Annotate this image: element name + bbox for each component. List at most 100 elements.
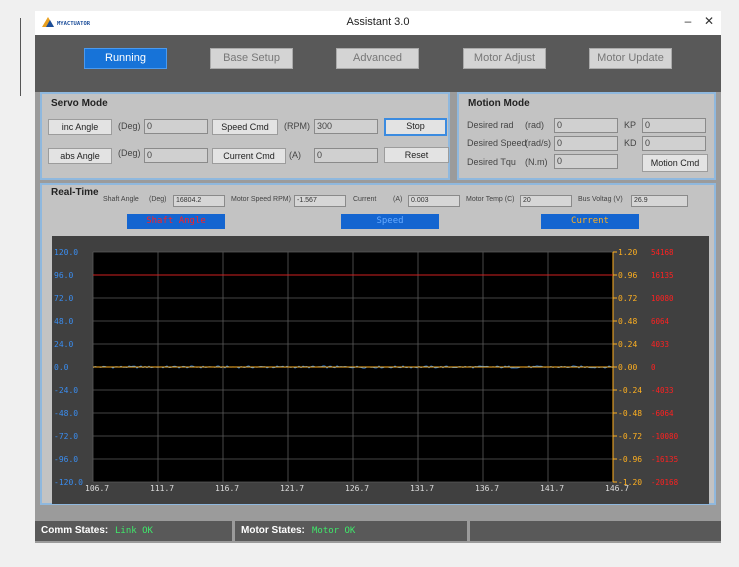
x-tick-label: 116.7 <box>215 484 239 493</box>
legend-speed[interactable]: Speed <box>341 214 439 229</box>
current-cmd-unit: (A) <box>289 150 301 160</box>
comm-status-section: Comm States: Link OK <box>35 521 232 541</box>
y-right-angle-tick-label: -4033 <box>651 386 674 395</box>
desired-rad-input[interactable]: 0 <box>554 118 618 133</box>
app-window: MYACTUATOR Assistant 3.0 – ✕ Running Bas… <box>35 11 721 543</box>
title-bar: MYACTUATOR Assistant 3.0 – ✕ <box>35 11 721 35</box>
stop-button[interactable]: Stop <box>384 118 447 136</box>
y-right-angle-tick-label: 16135 <box>651 271 674 280</box>
legend-current[interactable]: Current <box>541 214 639 229</box>
kp-label: KP <box>624 120 637 130</box>
current-cmd-input[interactable]: 0 <box>314 148 378 163</box>
abs-angle-input[interactable]: 0 <box>144 148 208 163</box>
motion-cmd-button[interactable]: Motion Cmd <box>642 154 708 172</box>
y-right-current-tick-label: 0.96 <box>618 271 637 280</box>
motor-status-section: Motor States: Motor OK <box>235 521 467 541</box>
x-tick-label: 131.7 <box>410 484 434 493</box>
y-left-tick-label: -96.0 <box>54 455 78 464</box>
left-divider <box>20 18 21 96</box>
desired-speed-label: Desired Speed <box>467 138 527 148</box>
y-left-tick-label: 96.0 <box>54 271 73 280</box>
kd-input[interactable]: 0 <box>642 136 706 151</box>
legend-shaft-angle[interactable]: Shaft Angle <box>127 214 225 229</box>
minimize-button[interactable]: – <box>680 14 696 28</box>
shaft-angle-label: Shaft Angle <box>103 196 139 203</box>
y-right-angle-tick-label: 0 <box>651 363 656 372</box>
y-right-angle-tick-label: 54168 <box>651 248 674 257</box>
y-right-current-tick-label: -1.20 <box>618 478 642 487</box>
bus-voltage-value: 26.9 <box>631 195 688 207</box>
y-right-angle-tick-label: -16135 <box>651 455 678 464</box>
comm-status-label: Comm States: <box>41 525 109 536</box>
y-right-current-tick-label: 0.24 <box>618 340 637 349</box>
y-right-current-tick-label: 1.20 <box>618 248 637 257</box>
y-right-current-tick-label: -0.72 <box>618 432 642 441</box>
reset-button[interactable]: Reset <box>384 147 449 163</box>
speed-cmd-button[interactable]: Speed Cmd <box>212 119 278 135</box>
inc-angle-button[interactable]: inc Angle <box>48 119 112 135</box>
tab-base-setup[interactable]: Base Setup <box>210 48 293 69</box>
motor-status-label: Motor States: <box>241 525 305 536</box>
y-right-angle-tick-label: -10080 <box>651 432 679 441</box>
tab-motor-adjust[interactable]: Motor Adjust <box>463 48 546 69</box>
y-right-angle-tick-label: 4033 <box>651 340 669 349</box>
desired-speed-input[interactable]: 0 <box>554 136 618 151</box>
close-button[interactable]: ✕ <box>701 14 717 28</box>
window-title: Assistant 3.0 <box>346 16 410 28</box>
inc-angle-unit: (Deg) <box>118 121 141 131</box>
motor-temp-label: Motor Temp (C) <box>466 196 515 203</box>
y-right-angle-tick-label: 10080 <box>651 294 674 303</box>
motor-status-value: Motor OK <box>312 526 356 536</box>
motion-mode-title: Motion Mode <box>468 98 530 109</box>
y-right-current-tick-label: -0.24 <box>618 386 642 395</box>
desired-tqu-label: Desired Tqu <box>467 157 516 167</box>
servo-mode-panel: Servo Mode inc Angle (Deg) 0 Speed Cmd (… <box>40 92 450 180</box>
kp-input[interactable]: 0 <box>642 118 706 133</box>
servo-mode-title: Servo Mode <box>51 98 108 109</box>
y-left-tick-label: 0.0 <box>54 363 69 372</box>
x-tick-label: 141.7 <box>540 484 564 493</box>
x-tick-label: 106.7 <box>85 484 109 493</box>
y-left-tick-label: -24.0 <box>54 386 78 395</box>
plot-area: 106.7 111.7 116.7 121.7 126.7 131.7 136.7 141.7… <box>52 236 709 504</box>
kd-label: KD <box>624 138 637 148</box>
tab-motor-update[interactable]: Motor Update <box>589 48 672 69</box>
motion-mode-panel: Motion Mode Desired rad (rad) 0 Desired … <box>457 92 716 180</box>
abs-angle-unit: (Deg) <box>118 148 141 158</box>
tab-running[interactable]: Running <box>84 48 167 69</box>
tab-advanced[interactable]: Advanced <box>336 48 419 69</box>
shaft-angle-unit: (Deg) <box>149 196 167 203</box>
y-left-tick-label: 24.0 <box>54 340 73 349</box>
x-tick-label: 136.7 <box>475 484 499 493</box>
desired-tqu-input[interactable]: 0 <box>554 154 618 169</box>
y-right-current-tick-label: 0.00 <box>618 363 637 372</box>
abs-angle-button[interactable]: abs Angle <box>48 148 112 164</box>
motor-speed-value: -1.567 <box>294 195 346 207</box>
motor-speed-label: Motor Speed RPM) <box>231 196 291 203</box>
current-cmd-button[interactable]: Current Cmd <box>212 148 286 164</box>
current-unit: (A) <box>393 196 403 203</box>
y-left-tick-label: -48.0 <box>54 409 78 418</box>
desired-rad-unit: (rad) <box>525 120 545 130</box>
y-right-angle-tick-label: 6064 <box>651 317 670 326</box>
y-right-current-tick-label: -0.96 <box>618 455 642 464</box>
current-value: 0.003 <box>408 195 460 207</box>
realtime-chart[interactable]: 106.7 111.7 116.7 121.7 126.7 131.7 136.7 141.7… <box>52 236 709 504</box>
motor-temp-value: 20 <box>520 195 572 207</box>
y-left-tick-label: 72.0 <box>54 294 73 303</box>
speed-cmd-input[interactable]: 300 <box>314 119 378 134</box>
realtime-title: Real-Time <box>51 187 99 198</box>
y-right-current-tick-label: 0.72 <box>618 294 637 303</box>
y-right-current-tick-label: 0.48 <box>618 317 637 326</box>
status-spare-section <box>470 521 721 541</box>
y-left-tick-label: 120.0 <box>54 248 78 257</box>
y-right-current-tick-label: -0.48 <box>618 409 642 418</box>
desired-speed-unit: (rad/s) <box>525 138 552 148</box>
y-left-tick-label: 48.0 <box>54 317 73 326</box>
comm-status-value: Link OK <box>115 526 153 536</box>
inc-angle-input[interactable]: 0 <box>144 119 208 134</box>
x-tick-label: 121.7 <box>280 484 304 493</box>
current-label: Current <box>353 196 377 203</box>
y-left-tick-label: -120.0 <box>54 478 83 487</box>
desired-rad-label: Desired rad <box>467 120 514 130</box>
